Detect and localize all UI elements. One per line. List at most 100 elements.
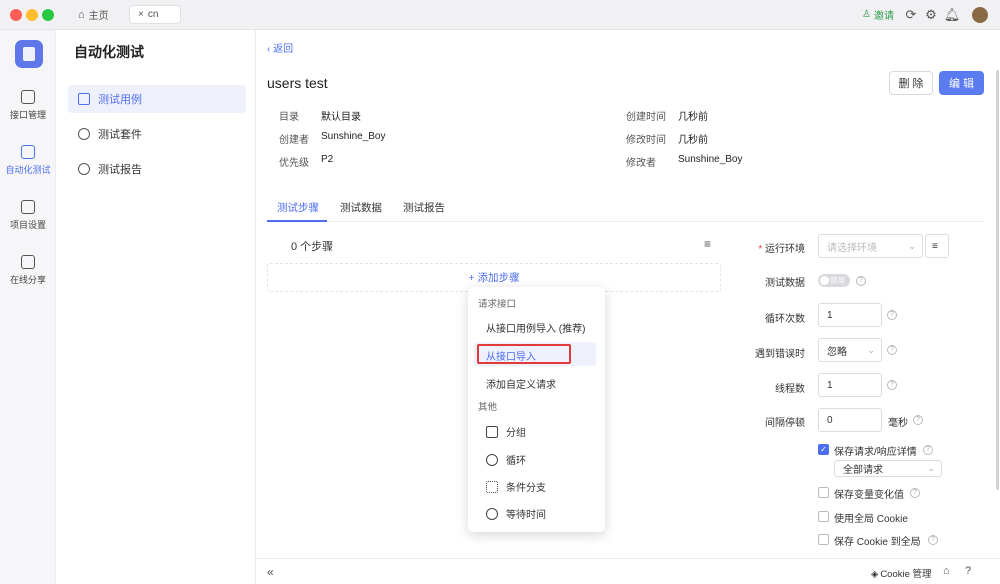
document-icon bbox=[78, 93, 90, 105]
bottom-bar: « ◈ Cookie 管理 ⌂ ? bbox=[257, 558, 1000, 584]
sidebar-item-api[interactable]: 接口管理 bbox=[0, 90, 56, 121]
interval-label: 间隔停顿 bbox=[765, 418, 805, 429]
loop-icon bbox=[486, 453, 498, 466]
save-detail-label: 保存请求/响应详情 bbox=[834, 447, 917, 458]
meta-label-created: 创建时间 bbox=[626, 112, 666, 123]
nav-item-test-suites[interactable]: 测试套件 bbox=[68, 120, 246, 148]
meta-value-folder: 默认目录 bbox=[321, 112, 361, 123]
sidebar-item-settings[interactable]: 项目设置 bbox=[0, 200, 56, 231]
home-icon: ⌂ bbox=[78, 8, 85, 21]
save-var-checkbox[interactable] bbox=[818, 487, 829, 498]
avatar[interactable] bbox=[972, 7, 988, 23]
module-title: 自动化测试 bbox=[74, 44, 144, 60]
delete-button[interactable]: 删 除 bbox=[889, 71, 933, 95]
branch-icon bbox=[486, 480, 498, 493]
suite-icon bbox=[78, 128, 90, 140]
sidebar-item-share[interactable]: 在线分享 bbox=[0, 255, 56, 286]
chevron-down-icon: ⌄ bbox=[867, 344, 875, 355]
menu-item-custom-request[interactable]: 添加自定义请求 bbox=[486, 376, 556, 391]
help-icon: ? bbox=[887, 380, 897, 390]
nav-item-test-reports[interactable]: 测试报告 bbox=[68, 155, 246, 183]
menu-item-branch[interactable]: 条件分支 bbox=[486, 479, 546, 494]
save-detail-select[interactable]: 全部请求 ⌄ bbox=[834, 460, 942, 477]
cookie-icon: ◈ bbox=[871, 569, 879, 580]
global-cookie-label: 使用全局 Cookie bbox=[834, 514, 908, 525]
meta-value-priority: P2 bbox=[321, 154, 334, 165]
shirt-icon[interactable]: ⌂ bbox=[943, 565, 950, 577]
meta-label-priority: 优先级 bbox=[279, 158, 309, 169]
save-var-label: 保存变量变化值 bbox=[834, 490, 904, 501]
tab-test-data[interactable]: 测试数据 bbox=[340, 200, 382, 215]
tab-home[interactable]: ⌂ 主页 bbox=[78, 5, 109, 24]
automation-icon bbox=[21, 145, 35, 159]
on-error-select[interactable]: 忽略 ⌄ bbox=[818, 338, 882, 362]
pie-chart-icon bbox=[78, 163, 90, 175]
collapse-icon[interactable]: « bbox=[267, 565, 274, 579]
interval-input[interactable]: 0 bbox=[818, 408, 882, 432]
test-data-label: 测试数据 bbox=[765, 278, 805, 289]
menu-item-wait[interactable]: 等待时间 bbox=[486, 506, 546, 521]
app-logo bbox=[15, 40, 43, 68]
tab-test-steps[interactable]: 测试步骤 bbox=[277, 200, 319, 215]
meta-label-modifier: 修改者 bbox=[626, 158, 656, 169]
page-title: users test bbox=[267, 75, 328, 91]
test-data-toggle[interactable]: 禁用 bbox=[818, 274, 850, 287]
window-titlebar: ⌂ 主页 × cn ♙ 邀请 ⟳ ⚙ 🔔︎ bbox=[0, 0, 1000, 30]
maximize-window-button[interactable] bbox=[42, 9, 54, 21]
save-detail-checkbox[interactable]: ✓ bbox=[818, 444, 829, 455]
invite-button[interactable]: ♙ 邀请 bbox=[862, 5, 894, 24]
menu-item-group[interactable]: 分组 bbox=[486, 424, 526, 439]
steps-count: 0 个步骤 bbox=[291, 241, 334, 253]
back-link[interactable]: ‹ 返回 bbox=[267, 40, 293, 55]
settings-icon bbox=[21, 200, 35, 214]
clock-icon bbox=[486, 507, 498, 520]
sort-icon[interactable]: ≡ bbox=[704, 237, 711, 251]
nav-item-test-cases[interactable]: 测试用例 bbox=[68, 85, 246, 113]
meta-value-modifier: Sunshine_Boy bbox=[678, 154, 743, 165]
sidebar-item-automation[interactable]: 自动化测试 bbox=[0, 145, 56, 176]
add-step-menu: 请求接口 从接口用例导入 (推荐) 从接口导入 添加自定义请求 其他 分组 循环… bbox=[468, 287, 605, 532]
menu-item-loop[interactable]: 循环 bbox=[486, 452, 526, 467]
menu-item-import-case[interactable]: 从接口用例导入 (推荐) bbox=[486, 320, 585, 335]
meta-label-folder: 目录 bbox=[279, 112, 299, 123]
tab-test-reports[interactable]: 测试报告 bbox=[403, 200, 445, 215]
help-icon[interactable]: ? bbox=[965, 565, 971, 577]
loop-count-label: 循环次数 bbox=[765, 314, 805, 325]
loop-count-input[interactable]: 1 bbox=[818, 303, 882, 327]
help-icon: ? bbox=[923, 445, 933, 455]
menu-icon: ≡ bbox=[932, 240, 938, 252]
app-sidebar: 接口管理 自动化测试 项目设置 在线分享 bbox=[0, 30, 56, 584]
scrollbar[interactable] bbox=[996, 70, 999, 490]
menu-group-other: 其他 bbox=[478, 402, 498, 413]
main-content: ‹ 返回 users test 删 除 编 辑 目录 默认目录 创建者 Suns… bbox=[257, 30, 1000, 584]
help-icon: ? bbox=[910, 488, 920, 498]
group-icon bbox=[486, 425, 498, 438]
bell-icon[interactable]: 🔔︎ bbox=[944, 7, 961, 23]
global-cookie-checkbox[interactable] bbox=[818, 511, 829, 522]
api-icon bbox=[21, 90, 35, 104]
edit-button[interactable]: 编 辑 bbox=[939, 71, 984, 95]
minimize-window-button[interactable] bbox=[26, 9, 38, 21]
cookie-manager-button[interactable]: ◈ Cookie 管理 bbox=[871, 566, 932, 580]
env-menu-button[interactable]: ≡ bbox=[925, 234, 949, 258]
help-icon: ? bbox=[887, 345, 897, 355]
menu-group-request: 请求接口 bbox=[478, 299, 517, 310]
save-cookie-checkbox[interactable] bbox=[818, 534, 829, 545]
detail-tabs: 测试步骤 测试数据 测试报告 bbox=[267, 192, 983, 222]
help-icon: ? bbox=[928, 535, 938, 545]
sync-icon[interactable]: ⟳ bbox=[903, 7, 919, 23]
close-window-button[interactable] bbox=[10, 9, 22, 21]
help-icon: ? bbox=[913, 415, 923, 425]
threads-input[interactable]: 1 bbox=[818, 373, 882, 397]
meta-label-modified: 修改时间 bbox=[626, 135, 666, 146]
meta-value-modified: 几秒前 bbox=[678, 135, 708, 146]
tab-project[interactable]: × cn bbox=[129, 5, 181, 24]
gear-icon[interactable]: ⚙ bbox=[923, 7, 939, 23]
env-label: * 运行环境 bbox=[758, 244, 805, 255]
chevron-down-icon: ⌄ bbox=[908, 240, 916, 251]
close-tab-icon[interactable]: × bbox=[138, 9, 144, 20]
meta-value-creator: Sunshine_Boy bbox=[321, 131, 386, 142]
env-select[interactable]: 请选择环境 ⌄ bbox=[818, 234, 923, 258]
module-nav: 自动化测试 测试用例 测试套件 测试报告 bbox=[56, 30, 256, 584]
meta-value-created: 几秒前 bbox=[678, 112, 708, 123]
